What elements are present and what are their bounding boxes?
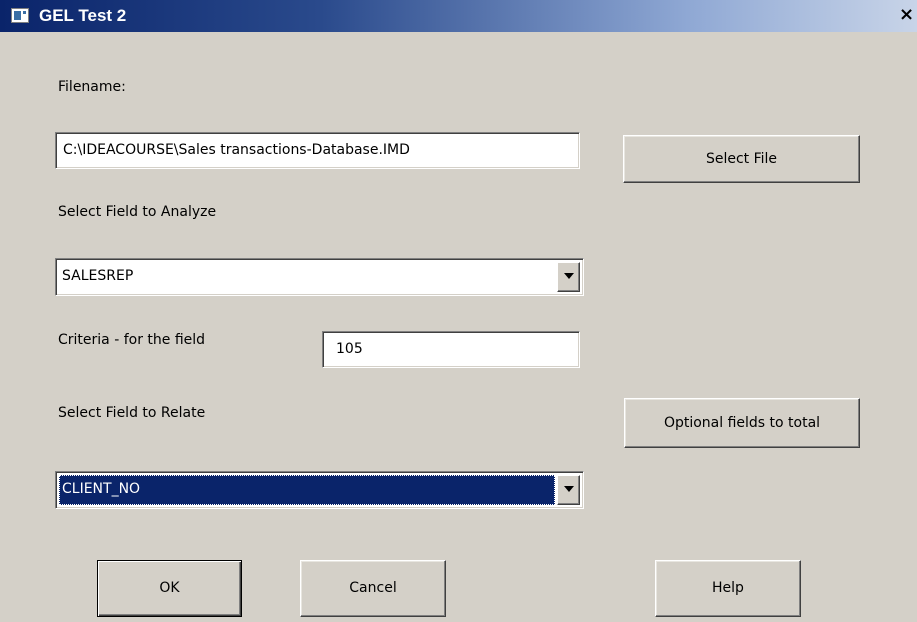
help-button[interactable]: Help: [655, 560, 801, 617]
filename-label: Filename:: [58, 79, 126, 95]
chevron-down-icon[interactable]: [557, 475, 580, 505]
app-window-icon[interactable]: [11, 8, 29, 23]
select-file-button[interactable]: Select File: [623, 135, 860, 183]
dialog-window: GEL Test 2 × Filename: C:\IDEACOURSE\Sal…: [0, 0, 917, 622]
analyze-field-value: SALESREP: [62, 268, 134, 284]
cancel-button[interactable]: Cancel: [300, 560, 446, 617]
relate-field-value: CLIENT_NO: [59, 475, 555, 505]
window-title: GEL Test 2: [39, 6, 127, 25]
optional-fields-button[interactable]: Optional fields to total: [624, 398, 860, 448]
chevron-down-icon[interactable]: [557, 262, 580, 292]
relate-field-dropdown[interactable]: CLIENT_NO: [55, 471, 584, 509]
ok-button[interactable]: OK: [97, 560, 242, 617]
criteria-label: Criteria - for the field: [58, 332, 206, 348]
criteria-input[interactable]: 105: [322, 331, 580, 368]
close-icon[interactable]: ×: [899, 4, 917, 26]
filename-input[interactable]: C:\IDEACOURSE\Sales transactions-Databas…: [55, 132, 580, 169]
title-bar[interactable]: GEL Test 2 ×: [0, 0, 917, 32]
analyze-field-dropdown[interactable]: SALESREP: [55, 258, 584, 296]
analyze-field-label: Select Field to Analyze: [58, 204, 217, 220]
relate-field-label: Select Field to Relate: [58, 405, 206, 421]
